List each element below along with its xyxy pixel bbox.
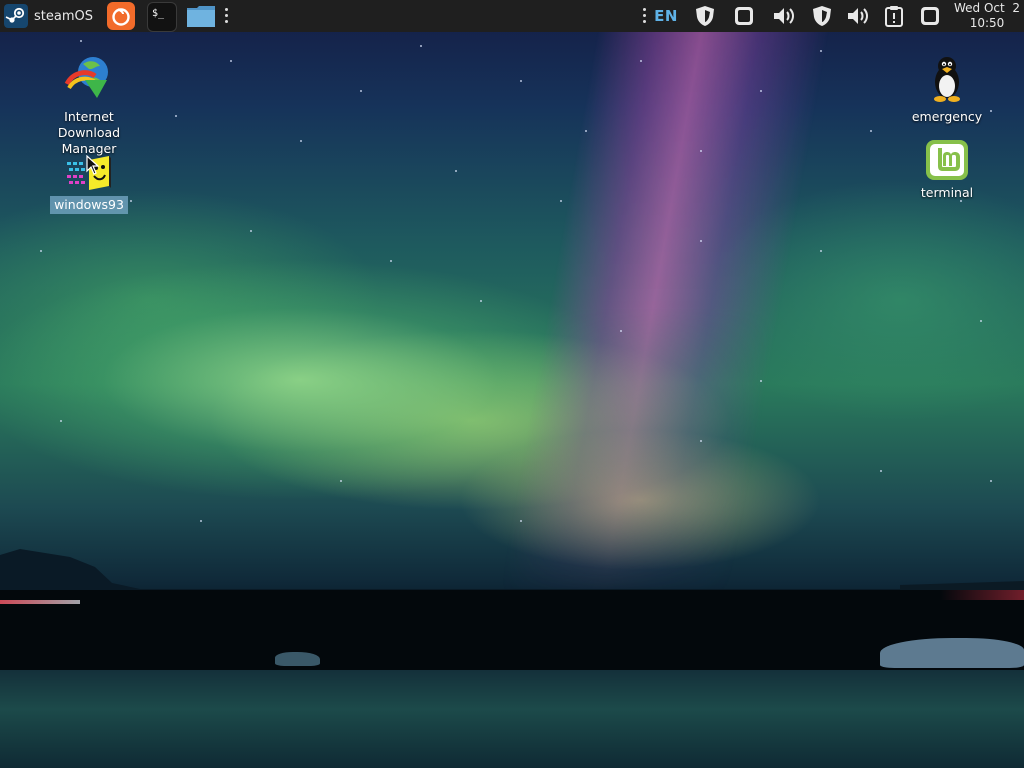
steam-icon <box>4 4 28 28</box>
clock-date: Wed Oct 2 <box>954 1 1020 15</box>
desktop-icon-terminal[interactable]: terminal <box>887 138 1007 202</box>
tray-overflow-menu-icon[interactable] <box>643 8 647 24</box>
files-dock-button[interactable] <box>186 2 215 30</box>
shield-icon <box>813 6 831 26</box>
tux-penguin-icon <box>921 54 973 106</box>
star <box>455 170 457 172</box>
vpn-shield-indicator[interactable] <box>692 4 718 28</box>
wallpaper-water-reflection <box>0 670 1024 768</box>
star <box>300 140 302 142</box>
star <box>480 300 482 302</box>
clipboard-indicator[interactable] <box>882 4 906 28</box>
firefox-dock-button[interactable] <box>107 2 135 30</box>
star <box>980 320 982 322</box>
shield-icon <box>696 6 714 26</box>
star <box>990 480 992 482</box>
star <box>820 50 822 52</box>
idm-icon <box>63 54 115 106</box>
launcher-label: steamOS <box>34 8 93 24</box>
star <box>700 150 702 152</box>
desktop-icon-label: windows93 <box>50 196 128 214</box>
star <box>640 60 642 62</box>
star <box>420 45 422 47</box>
star <box>520 80 522 82</box>
dock-more-menu-icon[interactable] <box>225 8 229 24</box>
star <box>870 130 872 132</box>
speaker-icon <box>774 8 794 24</box>
desktop-icon-label: Internet Download Manager <box>57 109 121 156</box>
star <box>700 240 702 242</box>
star <box>340 480 342 482</box>
star <box>60 420 62 422</box>
star <box>700 440 702 442</box>
rounded-square-icon <box>735 7 753 25</box>
keyboard-layout-indicator[interactable]: EN <box>653 4 679 28</box>
desktop-wallpaper <box>0 0 1024 768</box>
star <box>760 90 762 92</box>
desktop-icon-internet-download-manager[interactable]: Internet Download Manager <box>29 54 149 158</box>
firefox-icon <box>112 8 130 26</box>
panel-clock[interactable]: Wed Oct 2 10:50 <box>952 1 1022 31</box>
clipboard-icon <box>885 6 903 27</box>
star <box>820 250 822 252</box>
mouse-pointer-icon <box>86 155 100 175</box>
steamos-launcher[interactable]: steamOS <box>4 3 93 29</box>
star <box>760 380 762 382</box>
terminal-dock-button[interactable]: $_ <box>147 2 177 32</box>
desktop-icon-label: terminal <box>920 185 974 200</box>
star <box>880 470 882 472</box>
star <box>390 260 392 262</box>
speaker-icon <box>848 8 868 24</box>
workspace-indicator[interactable] <box>918 4 942 28</box>
star <box>585 130 587 132</box>
star <box>620 330 622 332</box>
star <box>360 90 362 92</box>
desktop-icon-label: emergency <box>911 109 983 124</box>
star <box>40 250 42 252</box>
folder-icon <box>187 6 215 27</box>
security-indicator[interactable] <box>810 4 834 28</box>
window-indicator[interactable] <box>732 4 756 28</box>
clock-time: 10:50 <box>969 16 1005 30</box>
star <box>80 40 82 42</box>
desktop-icon-emergency[interactable]: emergency <box>887 54 1007 126</box>
top-panel: steamOS $_ EN Wed Oct 2 10:50 <box>0 0 1024 32</box>
star <box>520 520 522 522</box>
star <box>560 200 562 202</box>
language-label: EN <box>654 7 678 25</box>
rounded-square-icon <box>921 7 939 25</box>
linux-mint-icon <box>921 138 973 182</box>
star <box>250 230 252 232</box>
volume-indicator[interactable] <box>771 4 797 28</box>
sound-indicator[interactable] <box>846 4 870 28</box>
svg-text:$_: $_ <box>152 8 165 19</box>
star <box>175 115 177 117</box>
star <box>230 60 232 62</box>
terminal-icon: $_ <box>152 8 165 19</box>
wallpaper-shoreline <box>0 590 1024 675</box>
star <box>200 520 202 522</box>
